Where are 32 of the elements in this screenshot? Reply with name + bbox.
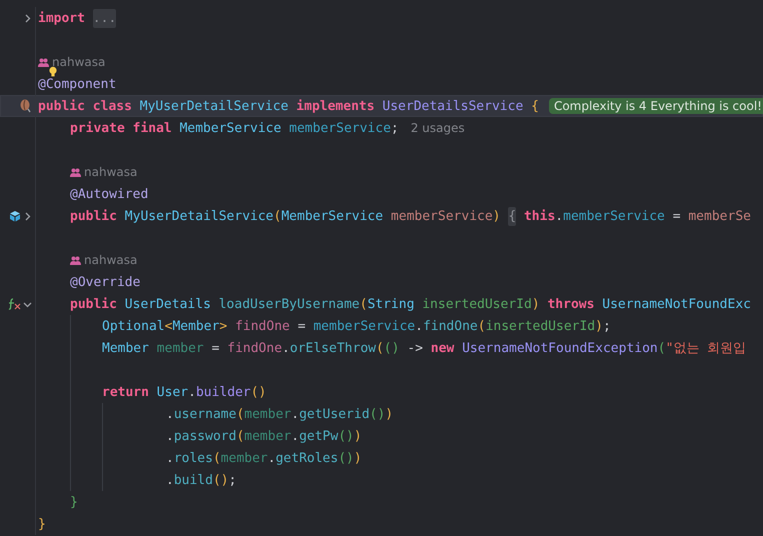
code-line: public UserDetails loadUserByUsername(String insertedUserId) throws UsernameNotFoundExc <box>70 296 751 312</box>
code-line: } <box>38 516 46 532</box>
chevron-right-icon[interactable] <box>23 212 32 220</box>
code-line: .roles(member.getRoles()) <box>166 450 362 466</box>
bean-icon[interactable] <box>20 99 32 113</box>
usages-hint[interactable]: 2 usages <box>410 121 465 135</box>
code-line: .username(member.getUserid()) <box>166 406 394 422</box>
people-icon <box>70 256 81 264</box>
author-hint[interactable]: nahwasa <box>84 253 138 267</box>
code-line: return User.builder() <box>102 384 266 400</box>
code-line: } <box>70 494 78 510</box>
code-line: Optional<Member> findOne = memberService.findOne(insertedUserId); <box>102 318 611 334</box>
code-line: public MyUserDetailService(MemberService memberService) { this.memberService = memberSe <box>70 208 751 224</box>
code-line: .password(member.getPw()) <box>166 428 362 444</box>
people-icon <box>38 58 49 66</box>
lightbulb-icon[interactable] <box>47 66 59 78</box>
chevron-down-icon[interactable] <box>23 300 32 308</box>
people-icon <box>70 168 81 176</box>
code-line: @Autowired <box>70 186 148 202</box>
code-line: public class MyUserDetailService implements UserDetailsService { <box>38 98 539 114</box>
complexity-hint: Complexity is 4 Everything is cool! <box>548 98 763 114</box>
code-line: @Override <box>70 274 140 290</box>
cube-icon[interactable] <box>9 210 21 222</box>
author-hint[interactable]: nahwasa <box>52 55 106 69</box>
code-line: Member member = findOne.orElseThrow(() -> new UsernameNotFoundException("없는 회원입 <box>102 340 746 357</box>
code-line: import ... <box>38 10 116 26</box>
code-line: private final MemberService memberService; <box>70 120 399 136</box>
code-line: @Component <box>38 76 116 92</box>
function-icon[interactable] <box>8 298 21 310</box>
author-hint[interactable]: nahwasa <box>84 165 138 179</box>
chevron-right-icon[interactable] <box>23 14 32 22</box>
code-line: .build(); <box>166 472 236 488</box>
